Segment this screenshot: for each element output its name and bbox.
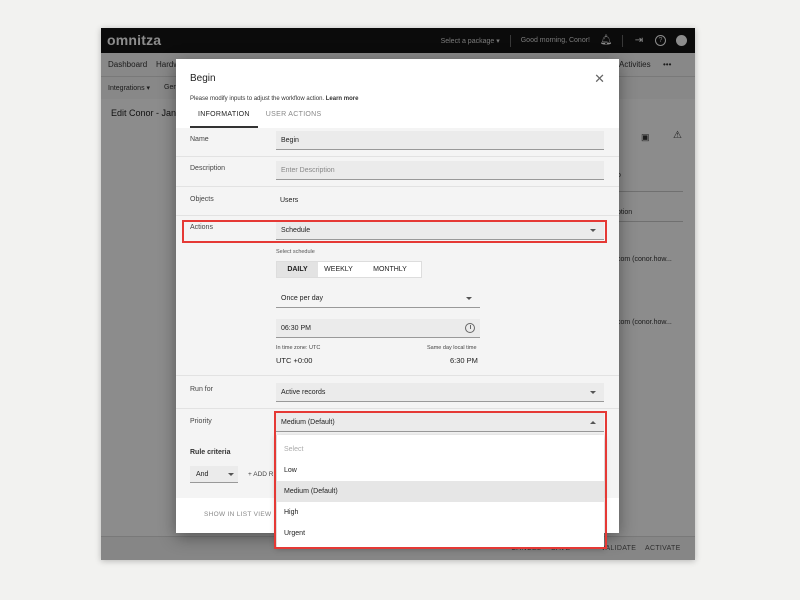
name-field[interactable]: Begin <box>276 131 604 150</box>
objects-label: Objects <box>190 196 214 203</box>
chevron-down-icon <box>590 229 596 232</box>
local-time-value: 6:30 PM <box>450 356 478 365</box>
rule-operator-select[interactable]: And <box>190 466 238 483</box>
divider <box>176 408 619 409</box>
chevron-down-icon <box>466 297 472 300</box>
actions-select[interactable]: Schedule <box>276 221 604 240</box>
learn-more-link[interactable]: Learn more <box>326 96 359 102</box>
show-in-list-view-button[interactable]: SHOW IN LIST VIEW <box>204 511 271 518</box>
dialog-title: Begin <box>190 73 216 84</box>
close-icon[interactable]: ✕ <box>594 72 605 85</box>
dropdown-placeholder: Select <box>284 446 304 453</box>
tab-information[interactable]: INFORMATION <box>190 109 258 128</box>
priority-dropdown-menu: Select Low Medium (Default) High Urgent <box>276 435 604 547</box>
description-label: Description <box>190 165 226 172</box>
divider <box>176 156 619 157</box>
chevron-up-icon <box>590 421 596 424</box>
actions-label: Actions <box>190 224 213 231</box>
priority-option-medium[interactable]: Medium (Default) <box>277 481 604 502</box>
timezone-label: In time zone: UTC <box>276 345 321 351</box>
dialog-tabs: INFORMATION USER ACTIONS <box>190 109 330 128</box>
select-schedule-label: Select schedule <box>276 249 315 255</box>
description-field[interactable]: Enter Description <box>276 161 604 180</box>
frequency-select[interactable]: Once per day <box>276 289 480 308</box>
local-time-label: Same day local time <box>427 345 477 351</box>
run-for-label: Run for <box>190 386 213 393</box>
name-label: Name <box>190 136 209 143</box>
divider <box>176 375 619 376</box>
objects-value: Users <box>280 197 299 204</box>
schedule-monthly-button[interactable]: MONTHLY <box>359 262 421 277</box>
priority-option-urgent[interactable]: Urgent <box>277 523 604 544</box>
schedule-daily-button[interactable]: DAILY <box>277 262 318 277</box>
alarm-clock-icon[interactable] <box>465 323 475 333</box>
time-field[interactable]: 06:30 PM <box>276 319 480 338</box>
schedule-segmented-control: DAILY WEEKLY MONTHLY <box>276 261 422 278</box>
run-for-select[interactable]: Active records <box>276 383 604 402</box>
priority-option-low[interactable]: Low <box>277 460 604 481</box>
chevron-down-icon <box>590 391 596 394</box>
divider <box>176 215 619 216</box>
chevron-down-icon <box>228 473 234 476</box>
add-rule-button[interactable]: + ADD R <box>248 471 273 478</box>
dialog-subtitle: Please modify inputs to adjust the workf… <box>190 96 359 102</box>
rule-criteria-label: Rule criteria <box>190 449 231 456</box>
schedule-weekly-button[interactable]: WEEKLY <box>318 262 359 277</box>
timezone-value: UTC +0:00 <box>276 356 313 365</box>
tab-user-actions[interactable]: USER ACTIONS <box>258 109 330 128</box>
divider <box>176 186 619 187</box>
priority-label: Priority <box>190 418 212 425</box>
priority-select[interactable]: Medium (Default) <box>276 413 604 432</box>
priority-option-high[interactable]: High <box>277 502 604 523</box>
